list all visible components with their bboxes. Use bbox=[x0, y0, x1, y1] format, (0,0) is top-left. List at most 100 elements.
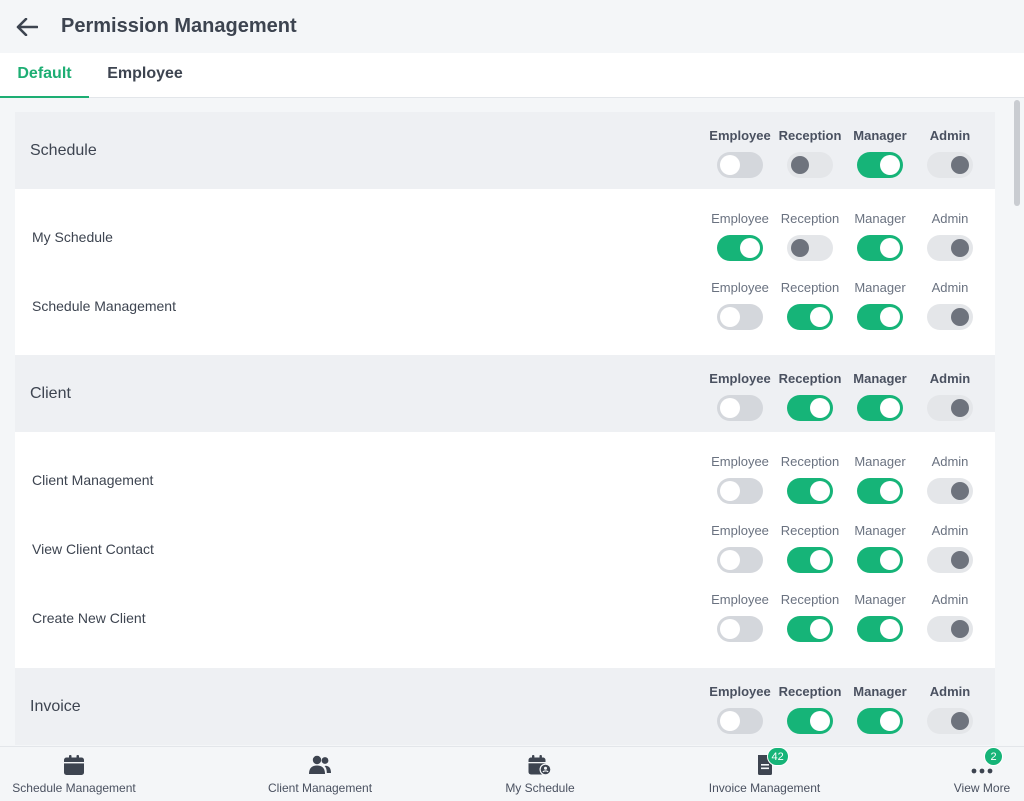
toggle-switch-admin[interactable] bbox=[927, 708, 973, 734]
role-toggles: Employee Reception Manager Admin bbox=[705, 523, 985, 573]
toggle-switch-reception[interactable] bbox=[787, 478, 833, 504]
toggle-switch-manager[interactable] bbox=[857, 235, 903, 261]
toggle-switch-admin[interactable] bbox=[927, 395, 973, 421]
permission-row: Schedule Management Employee Reception Man… bbox=[15, 275, 995, 345]
role-toggles: Employee Reception Manager Admin bbox=[705, 684, 985, 734]
page-title: Permission Management bbox=[61, 15, 297, 37]
back-button[interactable] bbox=[15, 15, 39, 39]
nav-my-schedule[interactable]: My Schedule bbox=[505, 753, 575, 795]
toggle-switch-admin[interactable] bbox=[927, 616, 973, 642]
toggle-switch-admin[interactable] bbox=[927, 152, 973, 178]
toggle-switch-employee[interactable] bbox=[717, 708, 763, 734]
role-column-reception: Reception bbox=[775, 684, 845, 734]
toggle-switch-reception[interactable] bbox=[787, 616, 833, 642]
role-toggles: Employee Reception Manager Admin bbox=[705, 371, 985, 421]
toggle-switch-manager[interactable] bbox=[857, 478, 903, 504]
toggle-knob bbox=[951, 620, 969, 638]
permission-row: My Schedule Employee Reception Manager Admi… bbox=[15, 205, 995, 275]
role-column-reception: Reception bbox=[775, 592, 845, 642]
role-label: Manager bbox=[854, 592, 906, 607]
role-column-reception: Reception bbox=[775, 211, 845, 261]
role-label: Admin bbox=[931, 592, 969, 607]
role-label: Employee bbox=[709, 128, 771, 143]
toggle-switch-admin[interactable] bbox=[927, 547, 973, 573]
section-header: Invoice Employee Reception Manager Admin bbox=[15, 668, 995, 745]
role-column-admin: Admin bbox=[915, 371, 985, 421]
toggle-switch-manager[interactable] bbox=[857, 304, 903, 330]
section-client: Client Employee Reception Manager Admin Cli… bbox=[15, 355, 995, 668]
nav-view-more[interactable]: 2 View More bbox=[954, 747, 1010, 795]
role-label: Reception bbox=[778, 371, 842, 386]
section-body: Client Management Employee Reception Manag… bbox=[15, 432, 995, 668]
toggle-knob bbox=[880, 155, 900, 175]
section-header: Schedule Employee Reception Manager Admin bbox=[15, 112, 995, 189]
toggle-switch-admin[interactable] bbox=[927, 478, 973, 504]
toggle-switch-employee[interactable] bbox=[717, 152, 763, 178]
permission-label: Create New Client bbox=[32, 610, 146, 626]
toggle-switch-manager[interactable] bbox=[857, 395, 903, 421]
role-label: Manager bbox=[854, 211, 906, 226]
role-label: Reception bbox=[780, 280, 840, 295]
role-toggles: Employee Reception Manager Admin bbox=[705, 280, 985, 330]
tab-bar: Default Employee bbox=[0, 53, 1024, 98]
role-column-employee: Employee bbox=[705, 280, 775, 330]
role-label: Admin bbox=[931, 280, 969, 295]
toggle-knob bbox=[810, 481, 830, 501]
role-label: Admin bbox=[931, 523, 969, 538]
permission-label: View Client Contact bbox=[32, 541, 154, 557]
role-column-manager: Manager bbox=[845, 371, 915, 421]
toggle-switch-admin[interactable] bbox=[927, 304, 973, 330]
toggle-switch-reception[interactable] bbox=[787, 235, 833, 261]
tab-default[interactable]: Default bbox=[0, 53, 89, 98]
nav-invoice-management[interactable]: 42 Invoice Management bbox=[709, 747, 820, 795]
permission-row: Create New Client Employee Reception Manag… bbox=[15, 587, 995, 657]
role-column-reception: Reception bbox=[775, 128, 845, 178]
toggle-knob bbox=[720, 155, 740, 175]
role-label: Manager bbox=[853, 684, 907, 699]
toggle-switch-employee[interactable] bbox=[717, 616, 763, 642]
toggle-knob bbox=[810, 711, 830, 731]
notification-badge: 42 bbox=[766, 747, 789, 766]
role-column-admin: Admin bbox=[915, 523, 985, 573]
toggle-switch-reception[interactable] bbox=[787, 395, 833, 421]
role-column-manager: Manager bbox=[845, 211, 915, 261]
toggle-knob bbox=[880, 550, 900, 570]
toggle-switch-manager[interactable] bbox=[857, 708, 903, 734]
toggle-switch-employee[interactable] bbox=[717, 235, 763, 261]
nav-client-management[interactable]: Client Management bbox=[267, 753, 373, 795]
nav-schedule-management[interactable]: Schedule Management bbox=[12, 753, 136, 795]
role-column-admin: Admin bbox=[915, 592, 985, 642]
toggle-switch-admin[interactable] bbox=[927, 235, 973, 261]
nav-label: Client Management bbox=[267, 781, 373, 795]
tab-employee[interactable]: Employee bbox=[89, 53, 201, 98]
role-label: Employee bbox=[711, 280, 769, 295]
permission-row: View Client Contact Employee Reception Man… bbox=[15, 518, 995, 588]
toggle-switch-reception[interactable] bbox=[787, 152, 833, 178]
toggle-knob bbox=[880, 238, 900, 258]
role-toggles: Employee Reception Manager Admin bbox=[705, 454, 985, 504]
role-column-employee: Employee bbox=[705, 454, 775, 504]
toggle-switch-manager[interactable] bbox=[857, 152, 903, 178]
role-label: Admin bbox=[929, 684, 971, 699]
scrollbar[interactable] bbox=[1014, 100, 1020, 206]
role-column-reception: Reception bbox=[775, 523, 845, 573]
role-label: Employee bbox=[711, 592, 769, 607]
toggle-switch-employee[interactable] bbox=[717, 395, 763, 421]
toggle-switch-reception[interactable] bbox=[787, 708, 833, 734]
toggle-switch-manager[interactable] bbox=[857, 547, 903, 573]
role-label: Admin bbox=[931, 211, 969, 226]
role-label: Admin bbox=[929, 371, 971, 386]
toggle-switch-employee[interactable] bbox=[717, 547, 763, 573]
toggle-switch-reception[interactable] bbox=[787, 304, 833, 330]
role-label: Employee bbox=[711, 211, 769, 226]
role-label: Admin bbox=[931, 454, 969, 469]
role-label: Manager bbox=[854, 454, 906, 469]
toggle-switch-reception[interactable] bbox=[787, 547, 833, 573]
section-title: Client bbox=[30, 385, 71, 402]
role-label: Manager bbox=[854, 280, 906, 295]
toggle-knob bbox=[740, 238, 760, 258]
toggle-switch-manager[interactable] bbox=[857, 616, 903, 642]
role-label: Employee bbox=[709, 684, 771, 699]
toggle-switch-employee[interactable] bbox=[717, 478, 763, 504]
toggle-switch-employee[interactable] bbox=[717, 304, 763, 330]
